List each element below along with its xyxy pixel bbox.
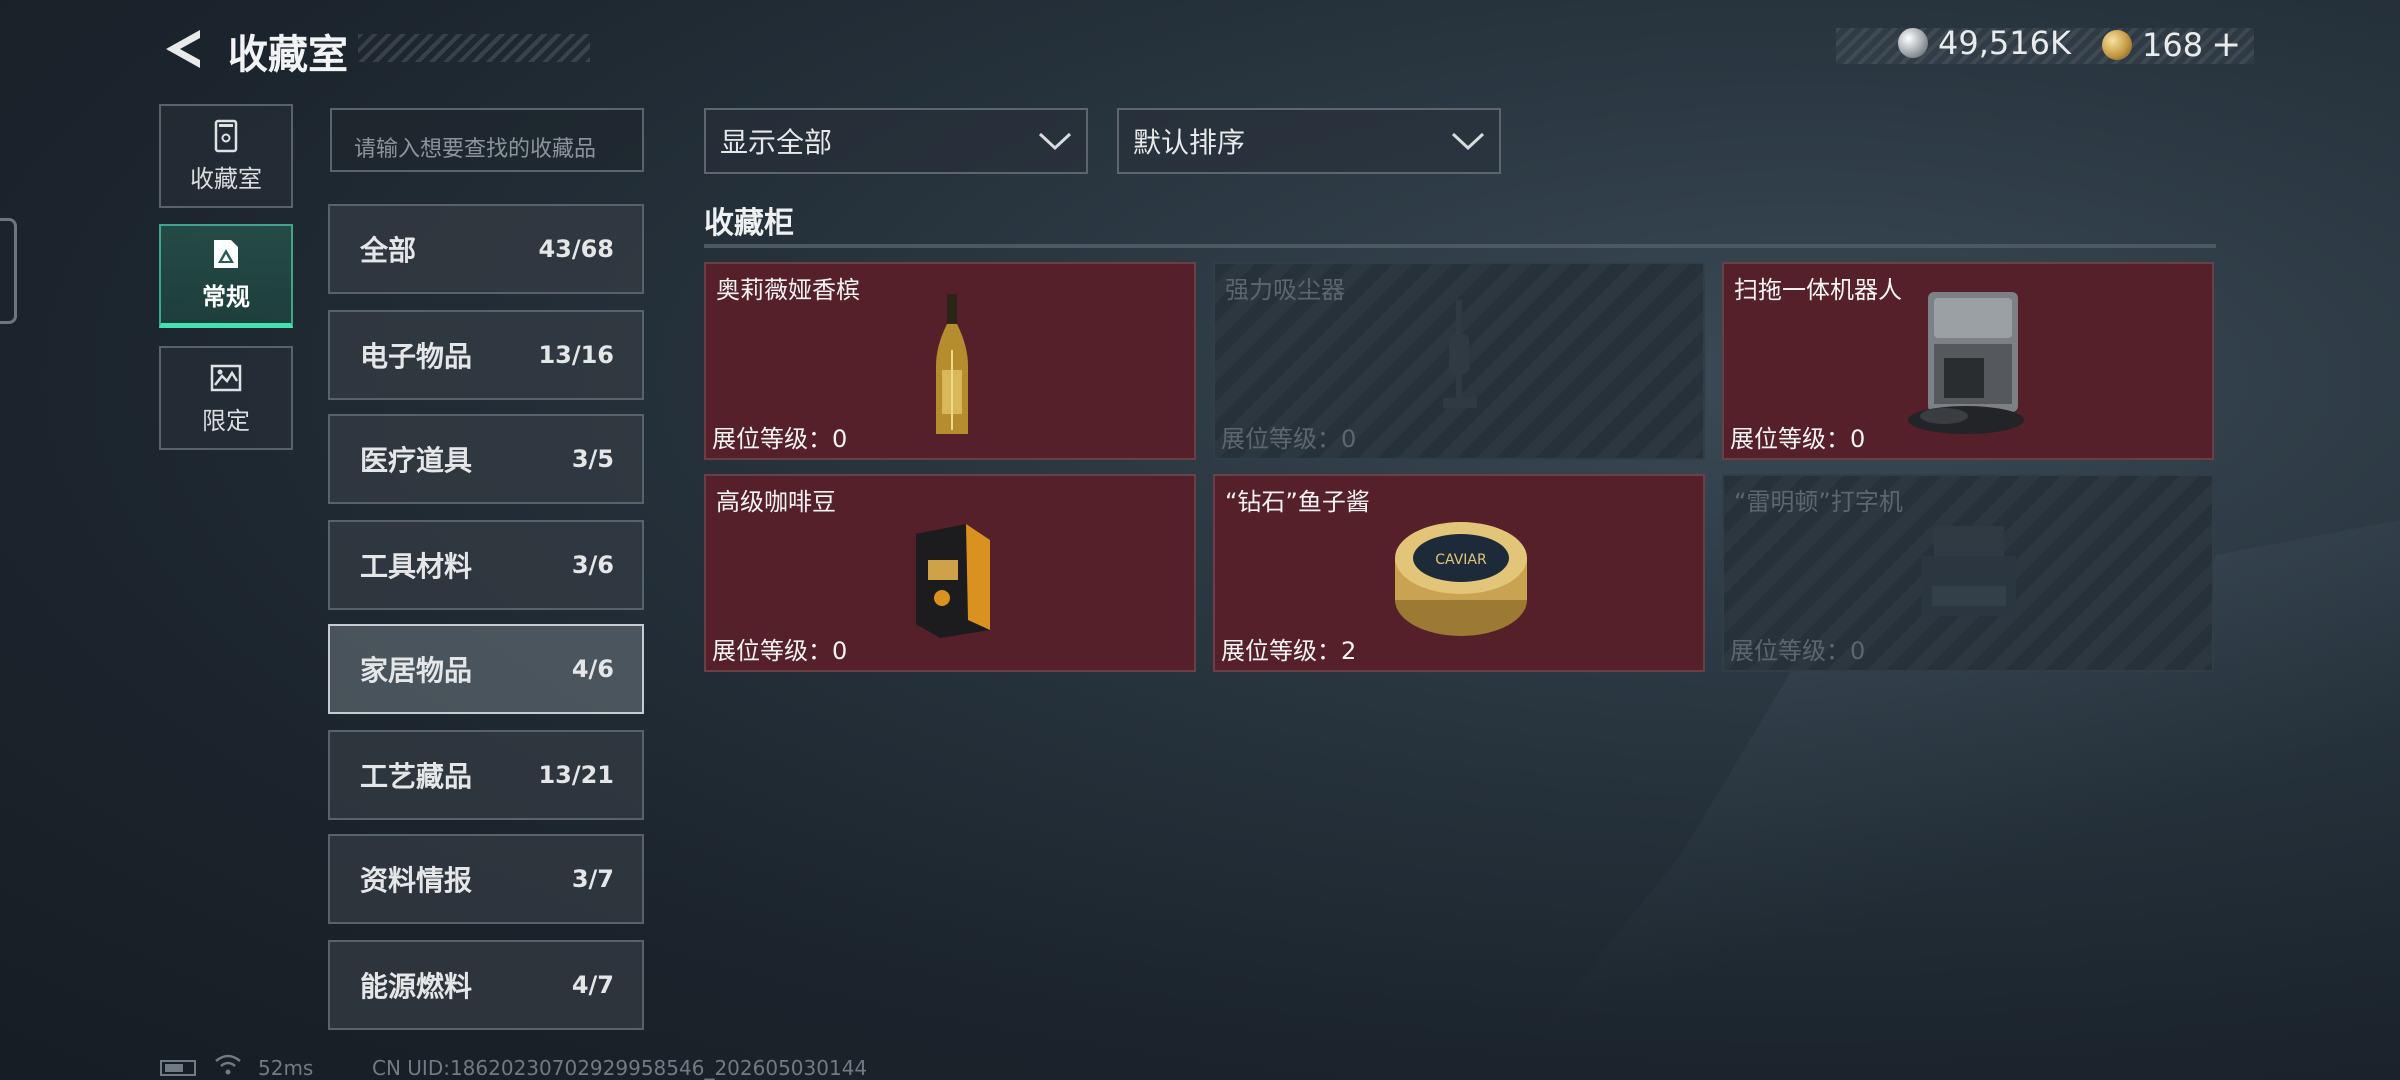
item-name: 扫拖一体机器人	[1734, 276, 1902, 304]
nav-label: 限定	[202, 406, 250, 435]
level-value: 2	[1341, 637, 1357, 665]
vacuum-cleaner-icon	[1443, 300, 1477, 408]
level-value: 0	[1850, 425, 1866, 453]
side-drawer-handle[interactable]	[0, 218, 17, 324]
item-name: 高级咖啡豆	[716, 488, 836, 516]
silver-coin-icon	[1898, 28, 1928, 58]
display-filter-dropdown[interactable]: 显示全部	[704, 108, 1088, 174]
limited-icon	[210, 364, 242, 391]
category-name: 能源燃料	[360, 970, 473, 1003]
level-label: 展位等级：	[1221, 637, 1341, 665]
champagne-bottle-icon	[936, 294, 968, 434]
caviar-tin-icon: CAVIAR	[1395, 522, 1527, 636]
level-label: 展位等级：	[712, 425, 832, 453]
coffee-bag-icon	[916, 524, 990, 638]
category-name: 家居物品	[360, 654, 473, 687]
wifi-icon	[215, 1054, 241, 1075]
item-name: “雷明顿”打字机	[1734, 488, 1903, 516]
category-count: 4/6	[571, 655, 614, 683]
level-label: 展位等级：	[1221, 425, 1341, 453]
category-all[interactable]: 全部 43/68	[328, 204, 644, 294]
level-value: 0	[832, 637, 848, 665]
caviar-tin-label: CAVIAR	[1435, 552, 1487, 568]
category-household[interactable]: 家居物品 4/6	[328, 624, 644, 714]
level-value: 0	[832, 425, 848, 453]
back-arrow-icon[interactable]	[160, 26, 206, 72]
title-decoration	[358, 34, 590, 62]
nav-label: 收藏室	[190, 164, 262, 193]
level-label: 展位等级：	[1730, 637, 1850, 665]
latency-text: 52ms	[258, 1056, 314, 1080]
category-energy[interactable]: 能源燃料 4/7	[328, 940, 644, 1030]
category-medical[interactable]: 医疗道具 3/5	[328, 414, 644, 504]
category-name: 工具材料	[360, 550, 473, 583]
level-value: 0	[1341, 425, 1357, 453]
collection-room-icon	[214, 119, 238, 152]
item-name: 奥莉薇娅香槟	[716, 276, 860, 304]
category-name: 资料情报	[360, 864, 473, 897]
collection-search-input[interactable]	[330, 108, 644, 172]
level-label: 展位等级：	[712, 637, 832, 665]
typewriter-icon	[1922, 526, 2016, 616]
booth-level: 展位等级：0	[712, 631, 847, 666]
booth-level: 展位等级：0	[712, 419, 847, 454]
chevron-down-icon	[1451, 132, 1485, 151]
category-count: 13/21	[538, 761, 614, 789]
gold-coin-icon	[2102, 29, 2132, 60]
chevron-down-icon	[1038, 132, 1072, 151]
booth-level: 展位等级：0	[1221, 419, 1356, 454]
nav-collection-room[interactable]: 收藏室	[159, 104, 293, 208]
item-card-typewriter[interactable]: “雷明顿”打字机 展位等级：0	[1722, 474, 2214, 672]
sort-value: 默认排序	[1133, 126, 1246, 159]
nav-label: 常规	[202, 283, 250, 311]
category-name: 全部	[360, 234, 417, 267]
category-count: 3/7	[571, 865, 614, 893]
category-name: 医疗道具	[360, 444, 473, 477]
display-filter-value: 显示全部	[720, 126, 833, 159]
level-value: 0	[1850, 637, 1866, 665]
booth-level: 展位等级：2	[1221, 631, 1356, 666]
category-intel[interactable]: 资料情报 3/7	[328, 834, 644, 924]
uid-text: CN UID:1862023070292995854​6_20260503014…	[372, 1056, 868, 1080]
category-electronics[interactable]: 电子物品 13/16	[328, 310, 644, 400]
booth-level: 展位等级：0	[1730, 631, 1865, 666]
item-card-vacuum[interactable]: 强力吸尘器 展位等级：0	[1213, 262, 1705, 460]
add-currency-button[interactable]: +	[2211, 24, 2241, 65]
sort-dropdown[interactable]: 默认排序	[1117, 108, 1501, 174]
category-tools[interactable]: 工具材料 3/6	[328, 520, 644, 610]
category-crafts[interactable]: 工艺藏品 13/21	[328, 730, 644, 820]
category-count: 13/16	[538, 341, 614, 369]
gold-amount: 168	[2142, 25, 2204, 64]
category-name: 工艺藏品	[360, 760, 473, 793]
nav-limited[interactable]: 限定	[159, 346, 293, 450]
silver-currency: 49,516K	[1898, 24, 2071, 62]
page-title: 收藏室	[228, 32, 348, 78]
item-card-robot-mop[interactable]: 扫拖一体机器人 展位等级：0	[1722, 262, 2214, 460]
battery-icon	[160, 1060, 196, 1076]
item-name: 强力吸尘器	[1225, 276, 1345, 304]
item-card-coffee-beans[interactable]: 高级咖啡豆 展位等级：0	[704, 474, 1196, 672]
category-count: 43/68	[538, 235, 614, 263]
regular-icon	[214, 240, 238, 268]
gold-currency[interactable]: 168 +	[2102, 24, 2241, 65]
category-count: 4/7	[571, 971, 614, 999]
category-count: 3/5	[571, 445, 614, 473]
level-label: 展位等级：	[1730, 425, 1850, 453]
category-count: 3/6	[571, 551, 614, 579]
item-name: “钻石”鱼子酱	[1225, 488, 1370, 516]
section-divider	[704, 244, 2216, 248]
silver-amount: 49,516K	[1938, 24, 2071, 62]
robot-mop-icon	[1908, 292, 2024, 434]
nav-regular[interactable]: 常规	[159, 224, 293, 328]
category-name: 电子物品	[360, 340, 473, 373]
item-card-champagne[interactable]: 奥莉薇娅香槟 展位等级：0	[704, 262, 1196, 460]
cabinet-title: 收藏柜	[704, 206, 794, 241]
item-card-caviar[interactable]: “钻石”鱼子酱 CAVIAR 展位等级：2	[1213, 474, 1705, 672]
booth-level: 展位等级：0	[1730, 419, 1865, 454]
